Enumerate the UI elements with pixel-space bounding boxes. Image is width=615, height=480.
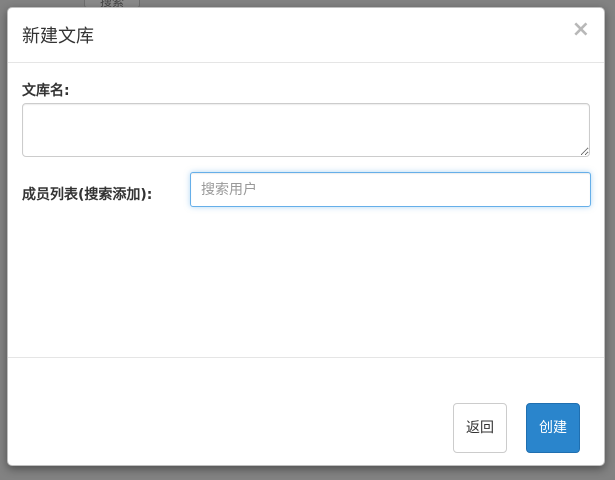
close-icon[interactable]: × xyxy=(572,19,590,41)
dialog-title: 新建文库 xyxy=(22,26,94,47)
new-library-dialog: 新建文库 × 文库名: 成员列表(搜索添加): 返回 创建 xyxy=(7,7,605,466)
create-button[interactable]: 创建 xyxy=(526,403,580,453)
footer-divider xyxy=(8,357,604,358)
user-search-input[interactable] xyxy=(190,172,591,207)
library-name-label: 文库名: xyxy=(22,83,70,99)
members-label: 成员列表(搜索添加): xyxy=(22,187,153,203)
back-button[interactable]: 返回 xyxy=(453,403,507,453)
dialog-header: 新建文库 × xyxy=(8,8,604,63)
library-name-field[interactable] xyxy=(22,103,590,157)
